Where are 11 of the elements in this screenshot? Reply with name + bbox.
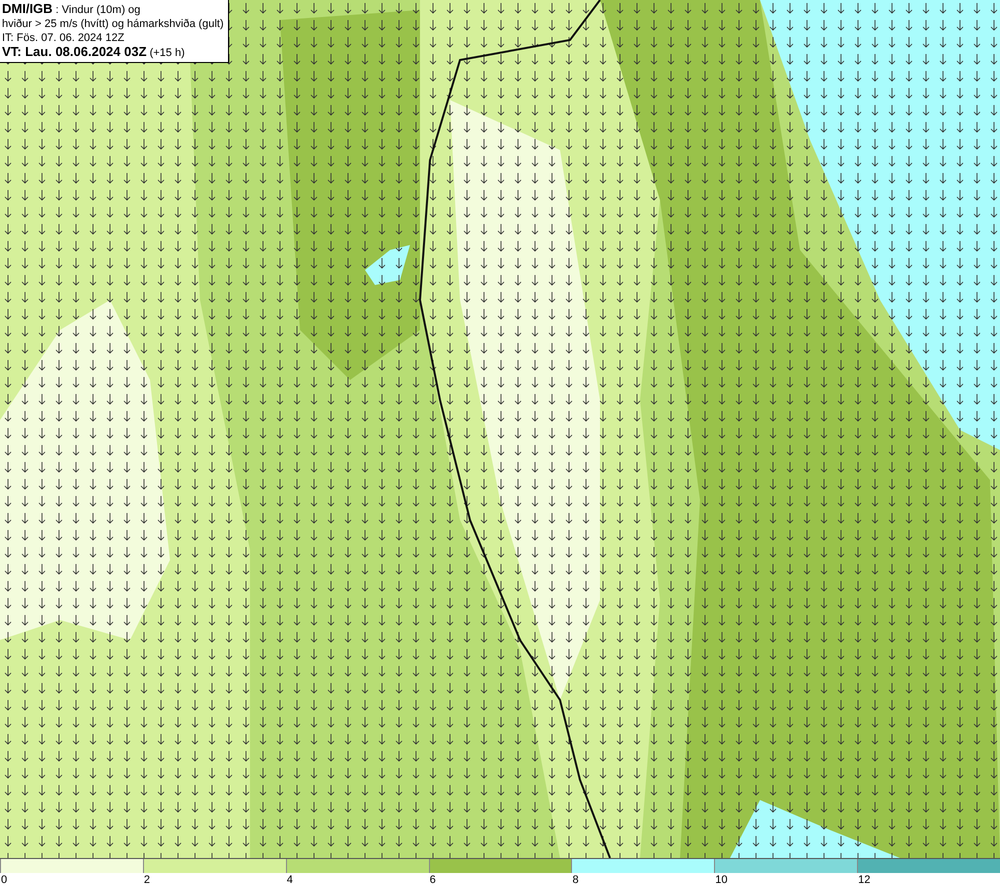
info-text: hviður > 25 m/s (hvítt) og hámarkshviða (gult)	[2, 17, 224, 31]
legend-label: 2	[142, 874, 150, 886]
info-text: DMI/IGB : Vindur (10m) og	[2, 2, 142, 17]
legend-label: 0	[0, 874, 8, 886]
legend-label: 8	[571, 874, 579, 886]
legend-label: 10	[714, 874, 728, 886]
legend-label: 4	[286, 874, 293, 886]
info-text: VT: Lau. 08.06.2024 03Z (+15 h)	[2, 45, 186, 60]
info-text: IT: Fös. 07. 06. 2024 12Z	[2, 31, 126, 45]
legend-label: 6	[428, 874, 436, 886]
legend-label: 12	[857, 874, 870, 886]
